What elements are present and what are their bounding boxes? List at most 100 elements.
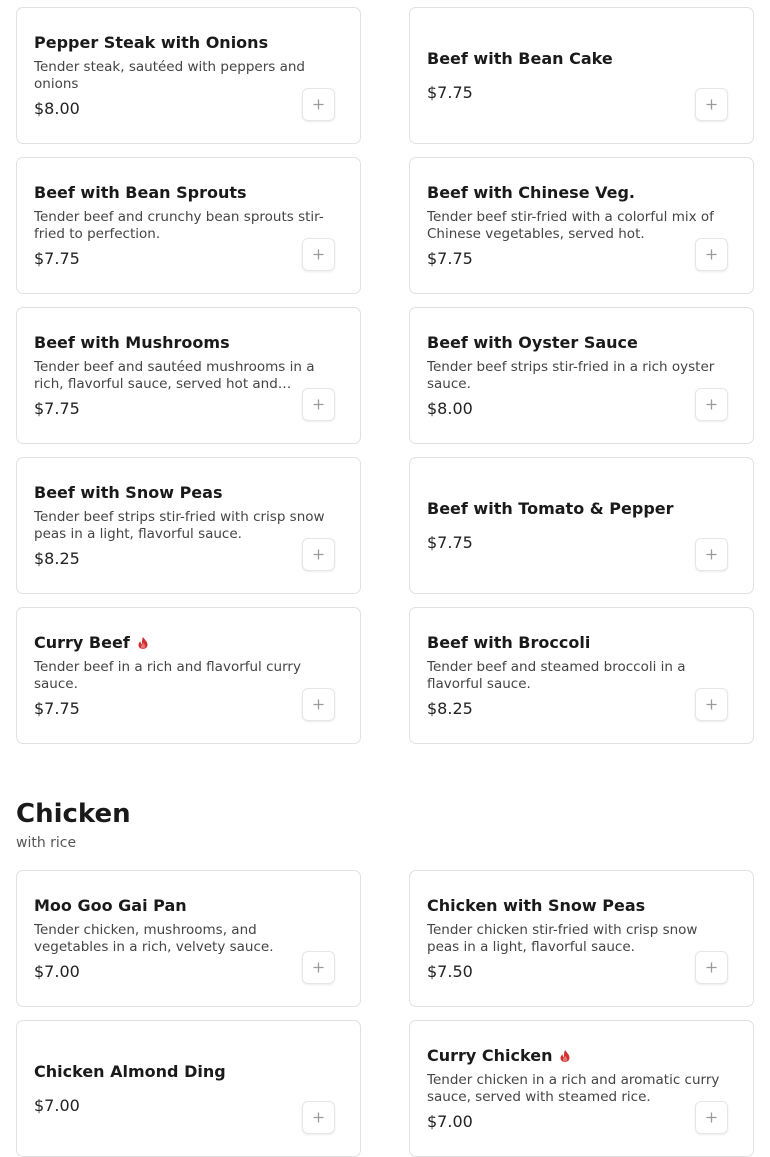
- menu-item-name: Beef with Tomato & Pepper: [427, 499, 736, 519]
- menu-item-card[interactable]: Beef with Bean Cake $7.75: [409, 7, 754, 144]
- section-subtitle: with rice: [16, 835, 77, 851]
- menu-item-name-text: Beef with Mushrooms: [34, 332, 230, 352]
- add-to-cart-button[interactable]: [302, 1101, 335, 1134]
- menu-item-description: Tender chicken stir-fried with crisp sno…: [427, 921, 698, 955]
- menu-item-name-text: Chicken Almond Ding: [34, 1061, 226, 1081]
- menu-item-name-text: Beef with Tomato & Pepper: [427, 498, 674, 518]
- menu-item-name: Pepper Steak with Onions: [34, 33, 343, 53]
- menu-item-name-text: Curry Beef: [34, 632, 130, 652]
- menu-item-name-text: Beef with Oyster Sauce: [427, 332, 638, 352]
- menu-item-name: Beef with Mushrooms: [34, 333, 343, 353]
- add-to-cart-button[interactable]: [695, 951, 728, 984]
- menu-item-price: $7.50: [427, 961, 473, 981]
- menu-item-name: Curry Beef: [34, 633, 343, 653]
- menu-item-price: $8.00: [34, 98, 80, 118]
- menu-item-description: Tender beef strips stir-fried in a rich …: [427, 358, 715, 392]
- menu-item-card[interactable]: Curry Beef Tender beef in a rich and flav…: [16, 607, 361, 744]
- menu-item-description: Tender beef stir-fried with a colorful m…: [427, 208, 714, 242]
- menu-item-description: Tender steak, sautéed with peppers and o…: [34, 58, 305, 92]
- menu-item-name-text: Beef with Chinese Veg.: [427, 182, 635, 202]
- menu-item-card[interactable]: Beef with Mushrooms Tender beef and sauté…: [16, 307, 361, 444]
- menu-item-description: Tender chicken in a rich and aromatic cu…: [427, 1071, 720, 1105]
- add-to-cart-button[interactable]: [302, 688, 335, 721]
- menu-item-name-text: Curry Chicken: [427, 1045, 553, 1065]
- add-to-cart-button[interactable]: [695, 688, 728, 721]
- menu-item-card[interactable]: Beef with Oyster Sauce Tender beef strips…: [409, 307, 754, 444]
- plus-icon: [706, 95, 717, 114]
- menu-item-price: $7.75: [34, 398, 80, 418]
- menu-item-name-text: Beef with Bean Cake: [427, 48, 613, 68]
- plus-icon: [313, 545, 324, 564]
- menu-item-card[interactable]: Beef with Snow Peas Tender beef strips st…: [16, 457, 361, 594]
- section-title: Chicken: [16, 799, 131, 829]
- add-to-cart-button[interactable]: [695, 1101, 728, 1134]
- add-to-cart-button[interactable]: [302, 388, 335, 421]
- plus-icon: [313, 695, 324, 714]
- plus-icon: [706, 545, 717, 564]
- menu-item-price: $7.75: [34, 248, 80, 268]
- add-to-cart-button[interactable]: [695, 88, 728, 121]
- plus-icon: [313, 95, 324, 114]
- menu-item-name-text: Beef with Bean Sprouts: [34, 182, 247, 202]
- plus-icon: [706, 395, 717, 414]
- menu-item-name: Chicken Almond Ding: [34, 1062, 343, 1082]
- menu-item-price: $7.75: [34, 698, 80, 718]
- flame-icon: [558, 1049, 572, 1063]
- menu-item-name: Beef with Broccoli: [427, 633, 736, 653]
- add-to-cart-button[interactable]: [302, 538, 335, 571]
- add-to-cart-button[interactable]: [302, 88, 335, 121]
- menu-item-name: Curry Chicken: [427, 1046, 736, 1066]
- menu-item-name-text: Beef with Snow Peas: [34, 482, 223, 502]
- menu-item-card[interactable]: Pepper Steak with Onions Tender steak, sa…: [16, 7, 361, 144]
- menu-item-description: Tender chicken, mushrooms, and vegetable…: [34, 921, 274, 955]
- menu-item-name: Beef with Bean Cake: [427, 49, 736, 69]
- beef-items-grid: Pepper Steak with Onions Tender steak, sa…: [16, 7, 754, 744]
- menu-item-card[interactable]: Beef with Tomato & Pepper $7.75: [409, 457, 754, 594]
- add-to-cart-button[interactable]: [302, 238, 335, 271]
- chicken-items-grid: Moo Goo Gai Pan Tender chicken, mushrooms…: [16, 870, 754, 1157]
- plus-icon: [706, 958, 717, 977]
- menu-item-card[interactable]: Moo Goo Gai Pan Tender chicken, mushrooms…: [16, 870, 361, 1007]
- flame-icon: [136, 636, 150, 650]
- menu-item-price: $8.25: [34, 548, 80, 568]
- menu-item-name: Moo Goo Gai Pan: [34, 896, 343, 916]
- chicken-section-header: Chicken with rice: [16, 797, 131, 851]
- add-to-cart-button[interactable]: [695, 238, 728, 271]
- menu-item-description: Tender beef and steamed broccoli in a fl…: [427, 658, 686, 692]
- menu-item-price: $7.00: [427, 1111, 473, 1131]
- menu-item-price: $8.25: [427, 698, 473, 718]
- plus-icon: [313, 1108, 324, 1127]
- menu-item-card[interactable]: Chicken Almond Ding $7.00: [16, 1020, 361, 1157]
- plus-icon: [313, 958, 324, 977]
- add-to-cart-button[interactable]: [695, 388, 728, 421]
- menu-item-card[interactable]: Curry Chicken Tender chicken in a rich an…: [409, 1020, 754, 1157]
- menu-item-name: Beef with Chinese Veg.: [427, 183, 736, 203]
- menu-item-price: $7.75: [427, 532, 473, 552]
- plus-icon: [313, 245, 324, 264]
- menu-item-card[interactable]: Chicken with Snow Peas Tender chicken sti…: [409, 870, 754, 1007]
- menu-item-name: Chicken with Snow Peas: [427, 896, 736, 916]
- menu-item-name-text: Moo Goo Gai Pan: [34, 895, 187, 915]
- menu-item-price: $7.00: [34, 1095, 80, 1115]
- menu-item-price: $7.75: [427, 248, 473, 268]
- menu-item-price: $8.00: [427, 398, 473, 418]
- menu-item-card[interactable]: Beef with Bean Sprouts Tender beef and cr…: [16, 157, 361, 294]
- menu-item-card[interactable]: Beef with Broccoli Tender beef and steame…: [409, 607, 754, 744]
- menu-item-description: Tender beef strips stir-fried with crisp…: [34, 508, 325, 542]
- plus-icon: [706, 695, 717, 714]
- add-to-cart-button[interactable]: [695, 538, 728, 571]
- menu-item-card[interactable]: Beef with Chinese Veg. Tender beef stir-f…: [409, 157, 754, 294]
- menu-item-price: $7.75: [427, 82, 473, 102]
- plus-icon: [313, 395, 324, 414]
- menu-item-description: Tender beef and crunchy bean sprouts sti…: [34, 208, 324, 242]
- plus-icon: [706, 245, 717, 264]
- add-to-cart-button[interactable]: [302, 951, 335, 984]
- menu-item-name-text: Chicken with Snow Peas: [427, 895, 646, 915]
- menu-item-description: Tender beef in a rich and flavorful curr…: [34, 658, 301, 692]
- menu-item-name-text: Beef with Broccoli: [427, 632, 591, 652]
- menu-item-name: Beef with Oyster Sauce: [427, 333, 736, 353]
- menu-item-price: $7.00: [34, 961, 80, 981]
- menu-item-name-text: Pepper Steak with Onions: [34, 32, 269, 52]
- menu-item-description: Tender beef and sautéed mushrooms in a r…: [34, 358, 315, 392]
- plus-icon: [706, 1108, 717, 1127]
